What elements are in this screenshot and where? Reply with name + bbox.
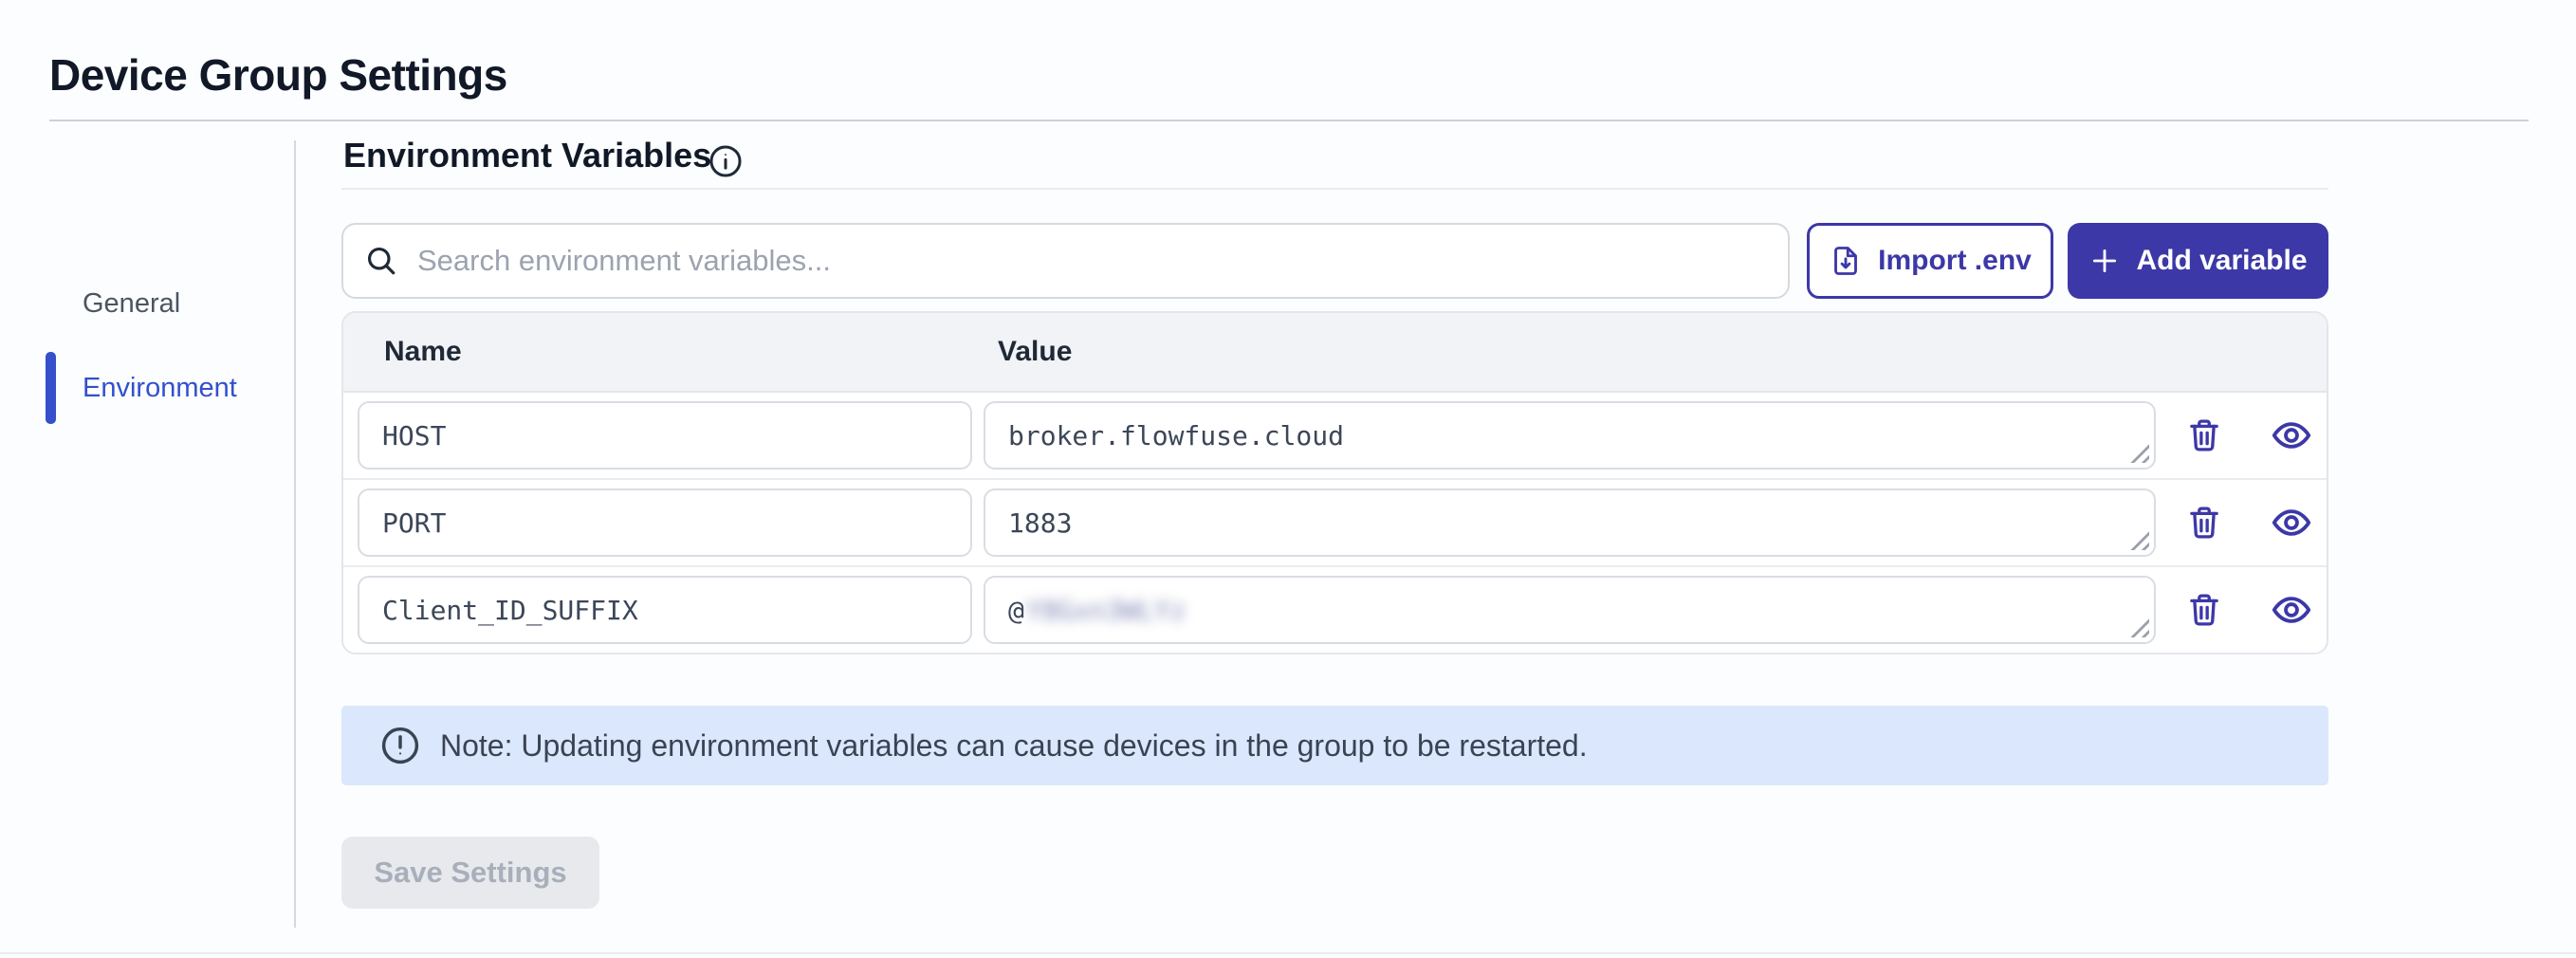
heading-divider bbox=[341, 188, 2328, 190]
section-heading: Environment Variables bbox=[343, 136, 711, 175]
document-arrow-down-icon bbox=[1829, 244, 1863, 278]
env-variables-table: Name Value HOST broker.flowfuse.cloud bbox=[341, 311, 2328, 654]
env-name-text: PORT bbox=[382, 507, 446, 539]
delete-variable-icon[interactable] bbox=[2184, 590, 2224, 630]
env-name-input[interactable]: Client_ID_SUFFIX bbox=[358, 576, 972, 644]
sidebar-item-general[interactable]: General bbox=[83, 288, 180, 320]
info-icon[interactable] bbox=[708, 143, 744, 179]
environment-panel: Environment Variables Import .env Add va bbox=[341, 0, 2328, 958]
table-body: HOST broker.flowfuse.cloud bbox=[343, 393, 2327, 653]
env-name-text: HOST bbox=[382, 420, 446, 451]
save-settings-button[interactable]: Save Settings bbox=[341, 837, 599, 909]
env-variable-row: Client_ID_SUFFIX @Y8Gxn3WLYz bbox=[343, 565, 2327, 653]
page-bottom-divider bbox=[0, 952, 2576, 954]
sidebar-item-environment[interactable]: Environment bbox=[83, 373, 237, 404]
column-header-name: Name bbox=[384, 336, 462, 368]
restart-warning-text: Note: Updating environment variables can… bbox=[440, 728, 1588, 764]
add-variable-label: Add variable bbox=[2136, 245, 2307, 277]
env-name-input[interactable]: PORT bbox=[358, 488, 972, 557]
alert-circle-icon bbox=[379, 725, 421, 766]
env-name-text: Client_ID_SUFFIX bbox=[382, 595, 638, 626]
import-env-button[interactable]: Import .env bbox=[1807, 223, 2053, 299]
search-input[interactable] bbox=[398, 225, 1788, 297]
show-value-eye-icon[interactable] bbox=[2270, 588, 2313, 632]
plus-icon bbox=[2088, 245, 2121, 277]
env-value-text: 1883 bbox=[1008, 507, 1072, 539]
search-icon bbox=[364, 244, 398, 278]
env-variable-row: HOST broker.flowfuse.cloud bbox=[343, 393, 2327, 478]
restart-warning-banner: Note: Updating environment variables can… bbox=[341, 706, 2328, 785]
delete-variable-icon[interactable] bbox=[2184, 415, 2224, 455]
table-header-row: Name Value bbox=[343, 313, 2327, 393]
active-tab-indicator bbox=[46, 352, 56, 424]
env-name-input[interactable]: HOST bbox=[358, 401, 972, 470]
env-variable-row: PORT 1883 bbox=[343, 478, 2327, 565]
import-env-label: Import .env bbox=[1878, 245, 2032, 277]
delete-variable-icon[interactable] bbox=[2184, 503, 2224, 543]
add-variable-button[interactable]: Add variable bbox=[2068, 223, 2328, 299]
show-value-eye-icon[interactable] bbox=[2270, 501, 2313, 544]
show-value-eye-icon[interactable] bbox=[2270, 414, 2313, 457]
env-value-text: @ bbox=[1008, 595, 1024, 626]
env-value-redacted: Y8Gxn3WLYz bbox=[1026, 595, 1187, 626]
env-value-textarea[interactable]: @Y8Gxn3WLYz bbox=[984, 576, 2156, 644]
column-header-value: Value bbox=[998, 336, 1072, 368]
env-value-textarea[interactable]: 1883 bbox=[984, 488, 2156, 557]
sidebar-divider bbox=[294, 140, 296, 928]
search-box bbox=[341, 223, 1790, 299]
env-value-text: broker.flowfuse.cloud bbox=[1008, 420, 1344, 451]
env-value-textarea[interactable]: broker.flowfuse.cloud bbox=[984, 401, 2156, 470]
